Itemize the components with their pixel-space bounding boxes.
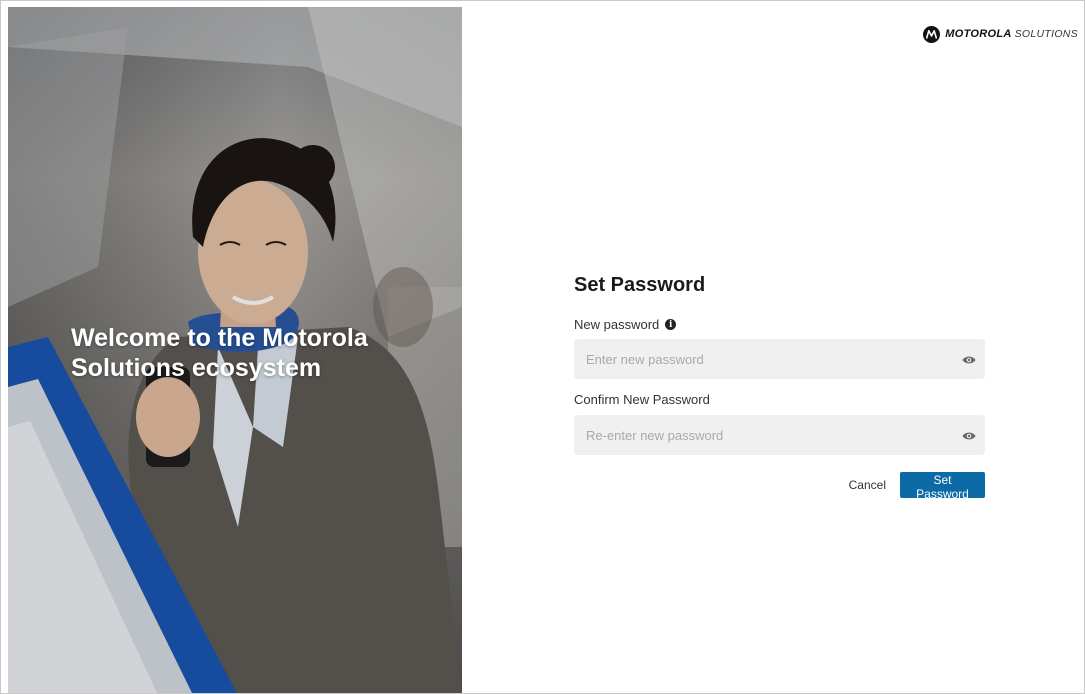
confirm-password-label-row: Confirm New Password	[574, 392, 710, 407]
hero-heading-line-2: Solutions ecosystem	[71, 354, 322, 382]
motorola-m-icon	[923, 25, 941, 43]
page-title: Set Password	[574, 274, 706, 296]
new-password-label: New password	[574, 317, 660, 332]
eye-icon[interactable]	[962, 355, 976, 365]
hero-heading-line-1: Welcome to the Motorola	[71, 324, 368, 352]
brand-name: MOTOROLA	[945, 28, 1012, 40]
info-icon[interactable]: i	[665, 319, 677, 330]
new-password-field	[574, 339, 985, 379]
confirm-password-field	[574, 415, 985, 455]
brand-name-suffix: SOLUTIONS	[1014, 28, 1078, 40]
confirm-password-input[interactable]	[574, 415, 962, 455]
set-password-form: Set Password New password i Confirm New …	[574, 271, 985, 501]
form-actions: Cancel Set Password	[849, 472, 985, 501]
hero-image-panel: Welcome to the Motorola Solutions ecosys…	[8, 7, 462, 693]
app-window: Welcome to the Motorola Solutions ecosys…	[0, 0, 1085, 694]
new-password-input[interactable]	[574, 339, 962, 379]
set-password-button[interactable]: Set Password	[900, 472, 985, 501]
hero-heading: Welcome to the Motorola Solutions ecosys…	[71, 323, 451, 383]
new-password-label-row: New password i	[574, 317, 677, 332]
eye-icon[interactable]	[962, 431, 976, 441]
cancel-button[interactable]: Cancel	[849, 478, 886, 492]
confirm-password-label: Confirm New Password	[574, 392, 710, 407]
brand-logo: MOTOROLA SOLUTIONS	[923, 25, 1078, 43]
